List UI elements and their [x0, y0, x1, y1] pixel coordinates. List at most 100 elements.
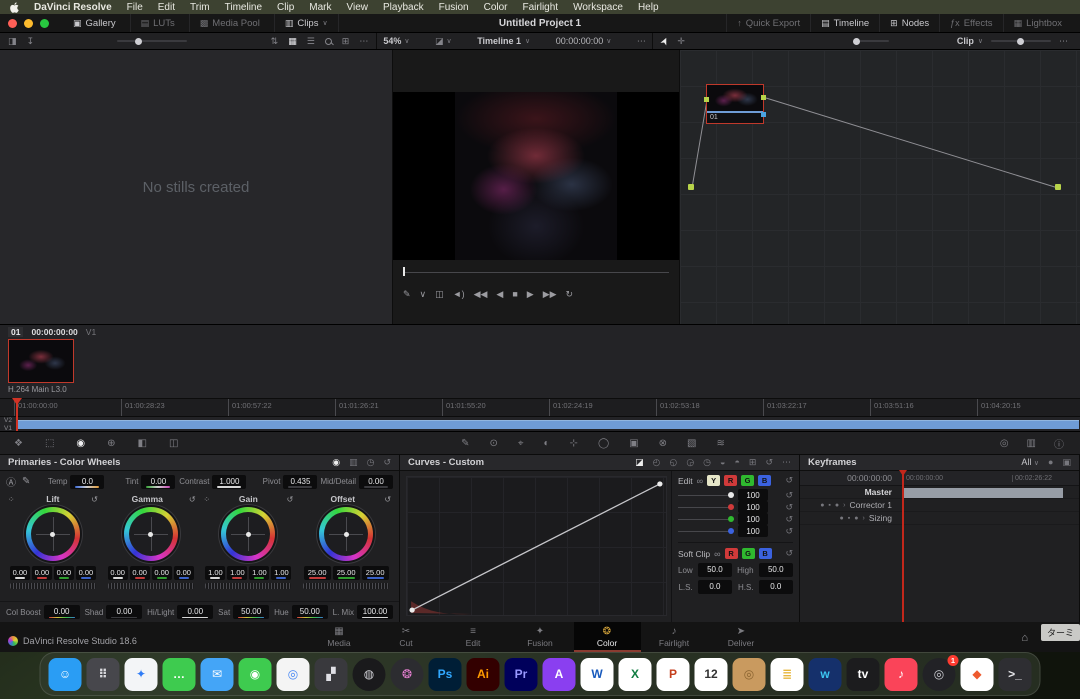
camera-raw-icon[interactable]: ❖: [14, 438, 23, 449]
gallery-zoom-slider[interactable]: [117, 40, 187, 42]
lift-reset-icon[interactable]: ↺: [91, 495, 98, 504]
menu-mark[interactable]: Mark: [309, 2, 331, 13]
mid-detail-value[interactable]: 0.00: [359, 475, 393, 489]
dock-terminal[interactable]: >_: [999, 658, 1032, 691]
offset-reset-icon[interactable]: ↺: [384, 495, 391, 504]
stereo-3d-icon[interactable]: ≋: [716, 438, 724, 449]
gamma-reset-icon[interactable]: ↺: [189, 495, 196, 504]
tab-cut[interactable]: ✂Cut: [373, 622, 440, 652]
apple-menu-icon[interactable]: [10, 2, 19, 13]
viewer-frame[interactable]: [455, 92, 617, 260]
dock-illustrator[interactable]: Ai: [467, 658, 500, 691]
hue-vs-sat-icon[interactable]: ◵: [669, 457, 677, 468]
tracker-icon[interactable]: ⊹: [570, 438, 578, 449]
reset-icon[interactable]: ↺: [765, 457, 773, 468]
keyframes-expand-icon[interactable]: ▣: [1062, 457, 1071, 468]
dock-davinci-resolve[interactable]: ❂: [391, 658, 424, 691]
play-icon[interactable]: ▶: [527, 289, 534, 300]
reset-all-icon[interactable]: ↺: [383, 457, 391, 468]
soft-clip-b-button[interactable]: B: [759, 548, 772, 559]
gamma-master-wheel[interactable]: [108, 583, 194, 589]
expand-icon[interactable]: ⊞: [342, 36, 350, 47]
timeline-toggle-button[interactable]: ▤Timeline: [810, 14, 879, 32]
log-mode-icon[interactable]: ◷: [367, 457, 375, 468]
curves-icon[interactable]: ✎: [461, 438, 469, 449]
stills-panel-icon[interactable]: ◨: [8, 36, 17, 47]
gain-b-value[interactable]: 1.00: [271, 566, 291, 580]
menu-fusion[interactable]: Fusion: [439, 2, 469, 13]
more-icon[interactable]: ⋯: [359, 36, 368, 47]
dock-calendar[interactable]: 12: [695, 658, 728, 691]
gain-color-wheel[interactable]: [221, 507, 275, 561]
track-keyframe-icon[interactable]: ●: [854, 515, 858, 522]
keyframe-filter-dropdown[interactable]: All ∨: [1021, 457, 1039, 468]
soft-clip-g-button[interactable]: G: [742, 548, 755, 559]
node-key-output[interactable]: [761, 112, 766, 117]
lift-g-value[interactable]: 0.00: [54, 566, 74, 580]
offset-color-wheel[interactable]: [319, 507, 373, 561]
menu-workspace[interactable]: Workspace: [573, 2, 623, 13]
dock-wave-app[interactable]: w: [809, 658, 842, 691]
gamma-g-value[interactable]: 0.00: [152, 566, 172, 580]
node-rgb-output[interactable]: [761, 95, 766, 100]
gamma-y-value[interactable]: 0.00: [108, 566, 128, 580]
gamma-b-value[interactable]: 0.00: [174, 566, 194, 580]
lift-color-wheel[interactable]: [26, 507, 80, 561]
highlights-value[interactable]: 0.00: [177, 605, 213, 619]
info-icon[interactable]: ⓘ: [1054, 436, 1064, 451]
dock-disc-app[interactable]: ◍: [353, 658, 386, 691]
wipe-icon[interactable]: ◫: [435, 289, 444, 300]
soft-clip-gang-icon[interactable]: ∞: [714, 549, 720, 559]
menu-playback[interactable]: Playback: [383, 2, 424, 13]
zoom-window-button[interactable]: [40, 19, 49, 28]
timeline-selector-dropdown[interactable]: Timeline 1∨: [477, 36, 530, 46]
viewer-zoom-dropdown[interactable]: 54%∨: [383, 36, 409, 46]
track-lock-icon[interactable]: ▪: [848, 515, 850, 522]
hue-value[interactable]: 50.00: [292, 605, 328, 619]
scopes-icon[interactable]: ▥: [1027, 438, 1036, 449]
printer-lights-icon[interactable]: ⁘: [8, 495, 15, 504]
grid-view-icon[interactable]: ▦: [288, 36, 297, 47]
last-frame-icon[interactable]: ▶▶: [543, 289, 557, 300]
step-back-icon[interactable]: ◀: [496, 289, 503, 300]
track-lock-icon[interactable]: ▪: [828, 502, 830, 509]
menu-timeline[interactable]: Timeline: [225, 2, 262, 13]
nodes-toggle-button[interactable]: ⊞Nodes: [879, 14, 939, 32]
media-pool-button[interactable]: ▩Media Pool: [190, 14, 275, 32]
timeline-playhead[interactable]: [16, 398, 18, 431]
dock-notes[interactable]: ≣: [771, 658, 804, 691]
menu-clip[interactable]: Clip: [277, 2, 294, 13]
dock-final-cut-pro[interactable]: ▞: [315, 658, 348, 691]
channel-r-button[interactable]: R: [724, 475, 737, 486]
gamma-r-value[interactable]: 0.00: [130, 566, 150, 580]
custom-curve-icon[interactable]: ◪: [635, 457, 644, 468]
dock-word[interactable]: W: [581, 658, 614, 691]
soft-clip-r-button[interactable]: R: [725, 548, 738, 559]
corrector-node-01[interactable]: 01: [706, 84, 764, 124]
dock-badged-app[interactable]: ◎ 1: [923, 658, 956, 691]
gain-reset-icon[interactable]: ↺: [287, 495, 294, 504]
gamma-color-wheel[interactable]: [124, 507, 178, 561]
menu-fairlight[interactable]: Fairlight: [523, 2, 559, 13]
luts-button[interactable]: ▤LUTs: [131, 14, 190, 32]
menu-edit[interactable]: Edit: [158, 2, 175, 13]
offset-r-value[interactable]: 25.00: [304, 566, 331, 580]
color-boost-value[interactable]: 0.00: [44, 605, 80, 619]
lift-y-value[interactable]: 0.00: [10, 566, 30, 580]
track-expand-icon[interactable]: ›: [863, 515, 865, 522]
hdr-grade-icon[interactable]: ⊕: [107, 438, 115, 449]
track-label-v2[interactable]: V2: [4, 417, 12, 424]
tint-value[interactable]: 0.00: [141, 475, 175, 489]
node-graph[interactable]: 01: [680, 50, 1080, 324]
motion-effects-icon[interactable]: ◫: [169, 438, 178, 449]
wipe-mode-dropdown[interactable]: ◪∨: [435, 36, 452, 47]
pan-tool-icon[interactable]: ✛: [677, 36, 685, 47]
magic-mask-icon[interactable]: ◯: [598, 438, 609, 449]
menu-file[interactable]: File: [127, 2, 143, 13]
home-icon[interactable]: ⌂: [1021, 632, 1028, 644]
quick-export-button[interactable]: ↑Quick Export: [726, 14, 810, 32]
blur-icon[interactable]: ▣: [629, 438, 638, 449]
curves-reset-icon[interactable]: ↺: [785, 475, 793, 486]
tab-fairlight[interactable]: ♪Fairlight: [641, 622, 708, 652]
tab-deliver[interactable]: ➤Deliver: [708, 622, 775, 652]
